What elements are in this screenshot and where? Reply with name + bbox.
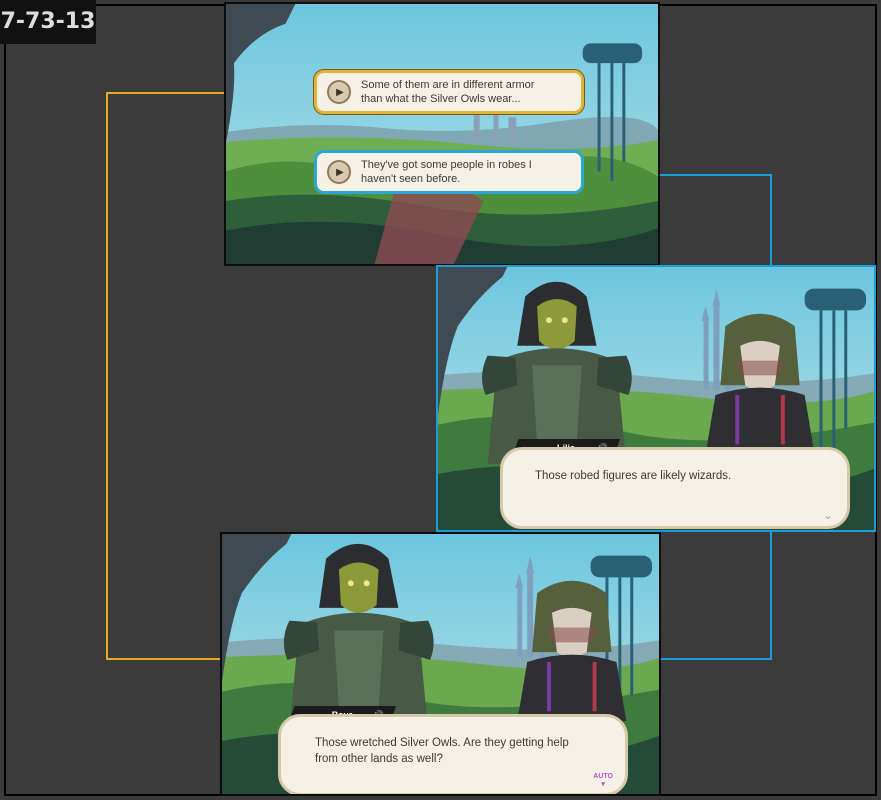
id-tag: 7-73-13 <box>0 0 96 44</box>
dialog-text-line-2: from other lands as well? <box>315 753 443 765</box>
auto-button[interactable]: AUTO ▾ <box>593 773 613 789</box>
dialog-box[interactable]: Those robed figures are likely wizards. … <box>500 447 850 529</box>
connector-yellow <box>106 92 108 660</box>
connector-blue <box>770 530 772 660</box>
landscape-background <box>226 4 658 264</box>
choice-option-2[interactable]: ▶ They've got some people in robes Ihave… <box>314 150 584 194</box>
chevron-down-icon[interactable]: ⌄ <box>823 508 833 522</box>
connector-blue <box>660 658 772 660</box>
choice-option-1[interactable]: ▶ Some of them are in different armor tha… <box>314 70 584 114</box>
scene-panel-choices: ▶ Some of them are in different armor tha… <box>224 2 660 266</box>
play-icon: ▶ <box>327 80 351 104</box>
connector-yellow <box>106 658 222 660</box>
play-icon: ▶ <box>327 160 351 184</box>
chevron-down-icon: ▾ <box>601 781 605 788</box>
connector-blue <box>770 174 772 266</box>
dialog-text: Those robed figures are likely wizards. <box>535 470 732 482</box>
dialog-box[interactable]: Those wretched Silver Owls. Are they get… <box>278 714 628 794</box>
scene-panel-lilia: Lilia 🔊 Those robed figures are likely w… <box>436 265 876 532</box>
scene-panel-baur: Baur 🔊 Those wretched Silver Owls. Are t… <box>220 532 661 796</box>
dialog-text-line-1: Those wretched Silver Owls. Are they get… <box>315 737 569 749</box>
